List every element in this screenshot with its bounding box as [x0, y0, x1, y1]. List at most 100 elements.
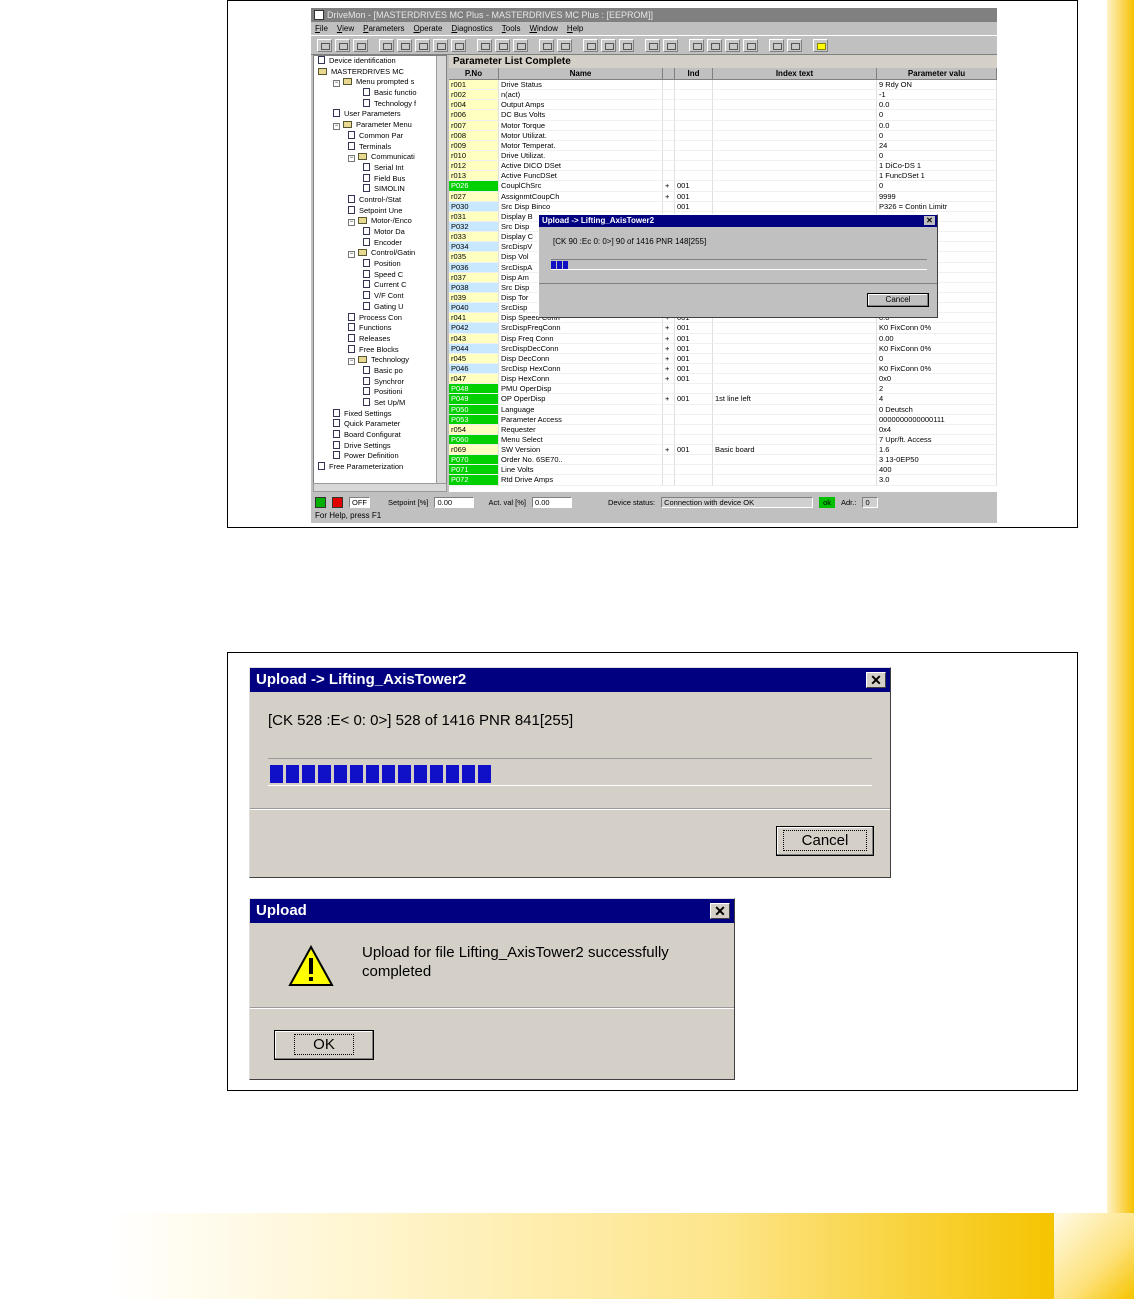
expand-icon[interactable] — [663, 110, 675, 121]
collapse-icon[interactable]: − — [348, 219, 355, 227]
window-split-icon[interactable] — [557, 38, 572, 52]
tree-item[interactable]: V/F Cont — [314, 291, 446, 302]
tree-item[interactable]: Motor Da — [314, 227, 446, 238]
param-value[interactable]: 0.00 — [877, 333, 997, 344]
collapse-icon[interactable]: − — [333, 123, 340, 131]
tree-item[interactable]: Process Con — [314, 312, 446, 324]
expand-icon[interactable]: + — [663, 333, 675, 344]
menu-file[interactable]: File — [315, 22, 328, 35]
chart-icon[interactable] — [619, 38, 634, 52]
table-row[interactable]: P042 SrcDispFreqConn +001 K0 FixConn 0% — [449, 323, 997, 334]
param-value[interactable]: 0 Deutsch — [877, 404, 997, 415]
param-plus-icon[interactable] — [645, 38, 660, 52]
tree-item[interactable]: Releases — [314, 333, 446, 345]
param-value[interactable]: 1 DiCo-DS 1 — [877, 161, 997, 172]
table-row[interactable]: r027 AssignmtCoupCh +001 9999 — [449, 191, 997, 202]
table-row[interactable]: P046 SrcDisp HexConn +001 K0 FixConn 0% — [449, 363, 997, 375]
upload-icon[interactable] — [397, 38, 412, 52]
tree-item[interactable]: Free Blocks — [314, 344, 446, 356]
table-row[interactable]: P060 Menu Select 7 Upr/ft. Access — [449, 434, 997, 446]
table-row[interactable]: P050 Language 0 Deutsch — [449, 404, 997, 415]
open-icon[interactable] — [335, 38, 350, 52]
tree-item[interactable]: Functions — [314, 323, 446, 334]
table-row[interactable]: r043 Disp Freq Conn +001 0.00 — [449, 333, 997, 344]
tree-item[interactable]: Control-/Stat — [314, 194, 446, 206]
col-header-name[interactable]: Name — [499, 68, 663, 80]
print-icon[interactable] — [451, 38, 466, 52]
expand-icon[interactable] — [663, 465, 675, 476]
table-row[interactable]: r008 Motor Utilizat. 0 — [449, 130, 997, 141]
expand-icon[interactable] — [663, 414, 675, 425]
tile-icon[interactable] — [769, 38, 784, 52]
tree-item[interactable]: Common Par — [314, 130, 446, 142]
setpoint-input[interactable]: 0.00 — [434, 496, 475, 508]
tree-item[interactable]: SIMOLIN — [314, 184, 446, 195]
param-minus-icon[interactable] — [663, 38, 678, 52]
tree-item[interactable]: Field Bus — [314, 173, 446, 185]
table-row[interactable]: P044 SrcDispDecConn +001 K0 FixConn 0% — [449, 343, 997, 354]
tree-item[interactable]: Board Configurat — [314, 430, 446, 441]
table-row[interactable]: r009 Motor Temperat. 24 — [449, 140, 997, 151]
param-value[interactable]: 0 — [877, 353, 997, 364]
table-row[interactable]: r045 Disp DecConn +001 0 — [449, 353, 997, 364]
table-row[interactable]: r004 Output Amps 0.0 — [449, 100, 997, 111]
expand-icon[interactable]: + — [663, 394, 675, 405]
window-icon[interactable] — [539, 38, 554, 52]
step-right-icon[interactable] — [743, 38, 758, 52]
tree-item[interactable]: Basic po — [314, 365, 446, 377]
param-value[interactable]: K0 FixConn 0% — [877, 363, 997, 375]
tree-item[interactable]: Setpoint Une — [314, 205, 446, 217]
expand-icon[interactable]: + — [663, 343, 675, 354]
expand-icon[interactable]: + — [663, 191, 675, 202]
param-value[interactable]: 9 Rdy ON — [877, 80, 997, 91]
param-value[interactable]: 0.0 — [877, 120, 997, 131]
param-value[interactable]: 4 — [877, 394, 997, 405]
table-row[interactable]: P072 Rtd Drive Amps 3.0 — [449, 475, 997, 486]
tree-item[interactable]: Terminals — [314, 141, 446, 153]
tree-item[interactable]: − Communicati — [314, 152, 446, 163]
tree-item[interactable]: Basic functio — [314, 88, 446, 99]
param-value[interactable]: 0 — [877, 110, 997, 121]
table-row[interactable]: r069 SW Version +001 Basic board 1.6 — [449, 445, 997, 456]
tree-item[interactable]: Encoder — [314, 237, 446, 249]
tree-item[interactable]: Technology f — [314, 98, 446, 110]
col-header-value[interactable]: Parameter valu — [877, 68, 997, 80]
collapse-icon[interactable]: − — [348, 155, 355, 163]
drive-on-button[interactable] — [315, 496, 326, 508]
param-value[interactable]: 24 — [877, 140, 997, 151]
tree-item[interactable]: Drive Settings — [314, 440, 446, 452]
menu-parameters[interactable]: Parameters — [363, 22, 404, 35]
tree-item[interactable]: Power Definition — [314, 451, 446, 462]
expand-icon[interactable] — [663, 130, 675, 141]
download-icon[interactable] — [415, 38, 430, 52]
param-value[interactable]: 3 13-0EP50 — [877, 455, 997, 466]
navigation-tree[interactable]: Device identification MASTERDRIVES MC − Men… — [313, 55, 447, 492]
param-value[interactable]: 7 Upr/ft. Access — [877, 434, 997, 446]
table-row[interactable]: P026 CouplChSrc +001 0 — [449, 181, 997, 192]
compare-icon[interactable] — [433, 38, 448, 52]
expand-icon[interactable]: + — [663, 445, 675, 456]
close-icon[interactable]: ✕ — [924, 216, 935, 225]
param-value[interactable]: 9999 — [877, 191, 997, 202]
tree-item[interactable]: Gating U — [314, 301, 446, 313]
ok-button[interactable]: OK — [274, 1030, 374, 1060]
list-icon[interactable] — [495, 38, 510, 52]
mini-cancel-button[interactable]: Cancel — [867, 293, 929, 307]
col-header-pno[interactable]: P.No — [449, 68, 499, 80]
expand-icon[interactable] — [663, 171, 675, 182]
param-value[interactable]: P326 = Contin Limitr — [877, 201, 997, 212]
tree-item[interactable]: Free Parameterization — [314, 462, 446, 473]
menu-help[interactable]: Help — [567, 22, 583, 35]
table-row[interactable]: P053 Parameter Access 0000000000000111 — [449, 414, 997, 425]
param-value[interactable]: 2 — [877, 384, 997, 395]
expand-icon[interactable] — [663, 434, 675, 446]
expand-icon[interactable] — [663, 384, 675, 395]
menu-tools[interactable]: Tools — [502, 22, 521, 35]
table-row[interactable]: P070 Order No. 6SE70.. 3 13-0EP50 — [449, 455, 997, 466]
table-row[interactable]: r007 Motor Torque 0.0 — [449, 120, 997, 131]
close-icon[interactable]: ✕ — [710, 903, 730, 919]
table-row[interactable]: P030 Src Disp Binco 001 P326 = Contin Limit… — [449, 201, 997, 212]
tree-item[interactable]: − Technology — [314, 355, 446, 366]
expand-icon[interactable] — [663, 475, 675, 486]
param-value[interactable]: 0 — [877, 181, 997, 192]
